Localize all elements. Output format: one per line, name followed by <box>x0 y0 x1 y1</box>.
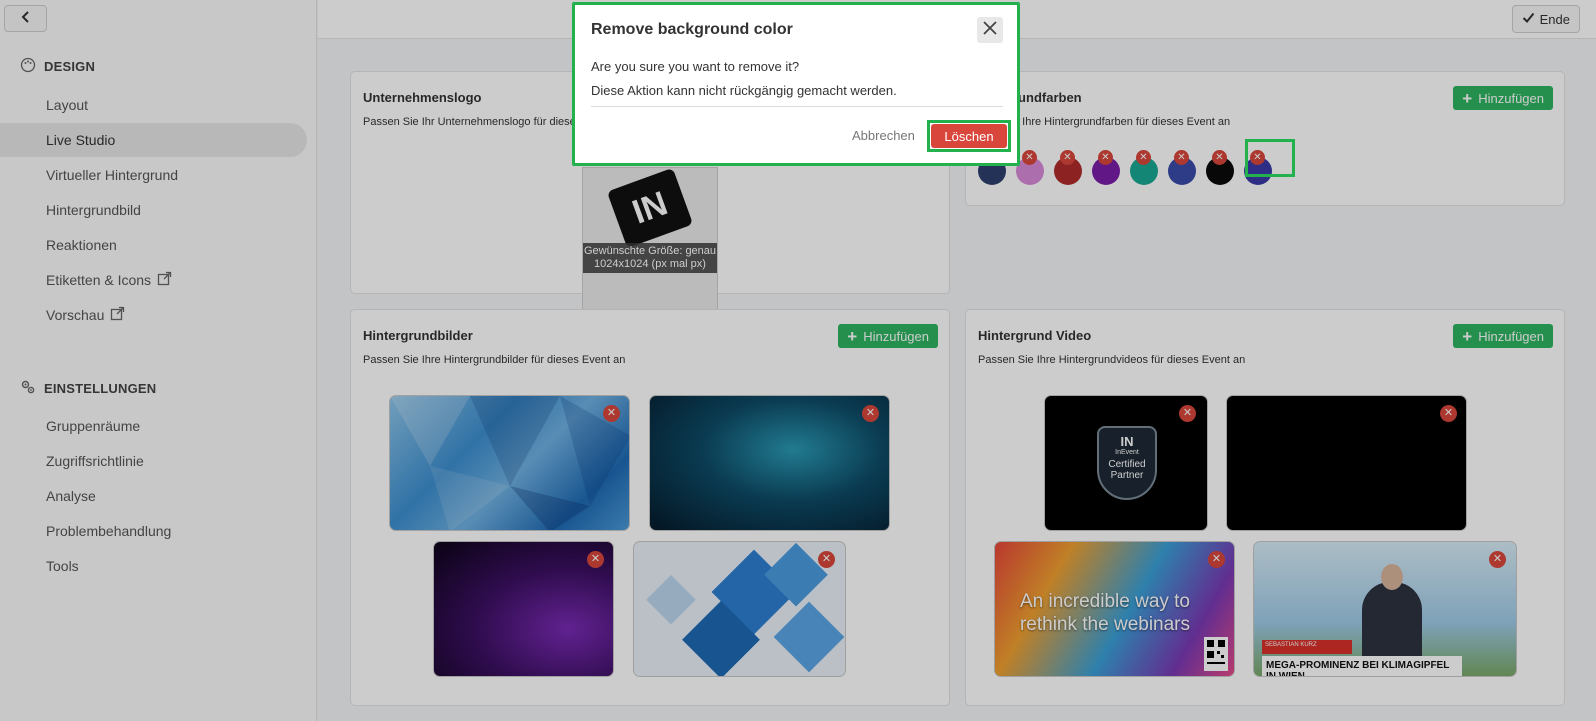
dialog-warning: Diese Aktion kann nicht rückgängig gemac… <box>591 83 897 98</box>
close-icon <box>983 20 997 40</box>
delete-button[interactable]: Löschen <box>931 124 1007 148</box>
dialog-title: Remove background color <box>591 21 793 38</box>
delete-button-highlight: Löschen <box>927 120 1011 152</box>
dialog-message: Are you sure you want to remove it? <box>591 59 800 74</box>
dialog-divider <box>591 106 1003 107</box>
remove-color-dialog: Remove background color Are you sure you… <box>572 2 1020 166</box>
close-button[interactable] <box>977 17 1003 43</box>
selected-swatch-highlight <box>1245 139 1295 177</box>
cancel-button[interactable]: Abbrechen <box>852 128 915 143</box>
